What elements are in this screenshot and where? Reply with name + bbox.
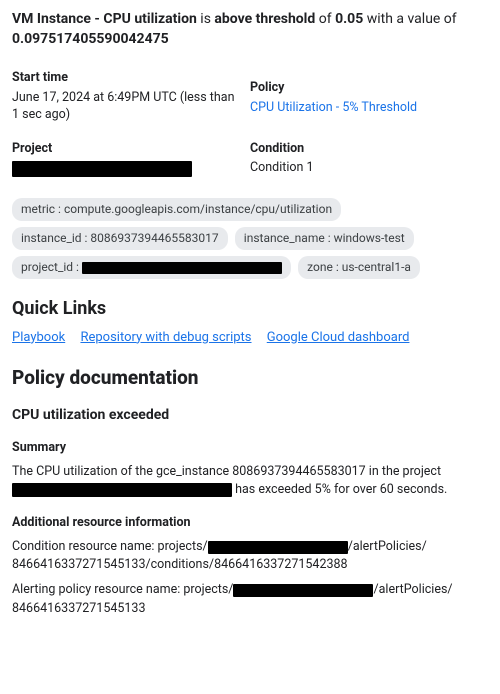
policy-label: Policy [250, 79, 482, 97]
headline-threshold: 0.05 [335, 11, 363, 27]
start-time-label: Start time [12, 69, 244, 87]
chip-instance-id: instance_id : 8086937394465583017 [12, 227, 228, 250]
chip-instance-name: instance_name : windows-test [235, 227, 414, 250]
cond-mid: /alertPolicies/ [348, 539, 427, 554]
policy-mid: /alertPolicies/ [373, 582, 452, 597]
start-time-value: June 17, 2024 at 6:49PM UTC (less than 1… [12, 89, 244, 124]
cond-project-redacted [208, 541, 348, 554]
cond-pre: Condition resource name: projects/ [12, 539, 208, 554]
summary-heading: Summary [12, 439, 488, 457]
chip-metric: metric : compute.googleapis.com/instance… [12, 198, 341, 221]
cpu-exceeded-heading: CPU utilization exceeded [12, 406, 488, 426]
meta-grid: Start time June 17, 2024 at 6:49PM UTC (… [12, 63, 488, 187]
meta-policy: Policy CPU Utilization - 5% Threshold [250, 63, 488, 134]
meta-start-time: Start time June 17, 2024 at 6:49PM UTC (… [12, 63, 250, 134]
summary-project-redacted [12, 483, 232, 497]
policy-doc-heading: Policy documentation [12, 365, 488, 392]
quick-links-row: Playbook Repository with debug scripts G… [12, 329, 488, 347]
chip-project-id: project_id : [12, 256, 291, 279]
condition-label: Condition [250, 140, 482, 158]
summary-post: has exceeded 5% for over 60 seconds. [235, 482, 447, 497]
condition-value: Condition 1 [250, 159, 482, 177]
summary-paragraph: The CPU utilization of the gce_instance … [12, 463, 488, 501]
headline-text: of [315, 11, 335, 27]
playbook-link[interactable]: Playbook [12, 330, 65, 345]
chip-project-id-redacted [82, 262, 282, 274]
label-chips: metric : compute.googleapis.com/instance… [12, 195, 488, 281]
project-value-redacted [12, 161, 192, 177]
chip-zone: zone : us-central1-a [298, 256, 420, 279]
policy-pre: Alerting policy resource name: projects/ [12, 582, 233, 597]
condition-resource-line: Condition resource name: projects/ /alert… [12, 538, 488, 576]
meta-project: Project [12, 134, 250, 188]
headline-resource: VM Instance - CPU utilization [12, 11, 197, 27]
policy-project-redacted [233, 584, 373, 597]
policy-link[interactable]: CPU Utilization - 5% Threshold [250, 100, 417, 115]
policy-suffix: 8466416337271545133 [12, 601, 145, 616]
summary-pre: The CPU utilization of the gce_instance … [12, 464, 441, 479]
alert-headline: VM Instance - CPU utilization is above t… [12, 10, 488, 49]
repo-link[interactable]: Repository with debug scripts [80, 330, 251, 345]
dashboard-link[interactable]: Google Cloud dashboard [267, 330, 410, 345]
headline-value: 0.097517405590042475 [12, 31, 169, 47]
project-label: Project [12, 140, 244, 158]
quick-links-heading: Quick Links [12, 296, 488, 321]
chip-project-id-prefix: project_id : [21, 260, 82, 274]
cond-suffix: 8466416337271545133/conditions/846641633… [12, 557, 348, 572]
additional-info-heading: Additional resource information [12, 514, 488, 532]
headline-state: above threshold [214, 11, 315, 27]
meta-condition: Condition Condition 1 [250, 134, 488, 188]
headline-text: with a value of [363, 11, 456, 27]
headline-text: is [197, 11, 215, 27]
policy-resource-line: Alerting policy resource name: projects/… [12, 581, 488, 619]
